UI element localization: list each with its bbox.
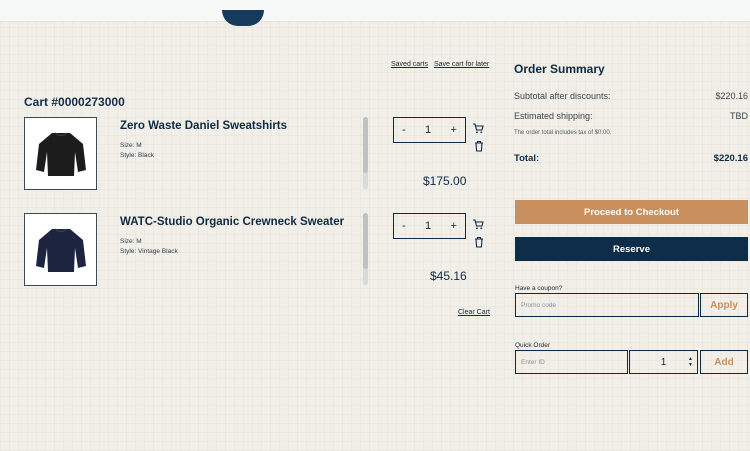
- proceed-to-checkout-button[interactable]: Proceed to Checkout: [515, 200, 748, 224]
- sweatshirt-image: [36, 130, 86, 178]
- save-cart-later-link[interactable]: Save cart for later: [434, 61, 489, 68]
- cart-icon[interactable]: [472, 218, 484, 230]
- item-style: Style: Vintage Black: [120, 248, 178, 255]
- logo[interactable]: [222, 10, 264, 26]
- subtotal-value: $220.16: [715, 91, 748, 101]
- item-style: Style: Black: [120, 152, 154, 159]
- item-scrollbar[interactable]: [363, 117, 368, 189]
- total-row: Total: $220.16: [514, 153, 748, 164]
- cart-icon[interactable]: [472, 122, 484, 134]
- qty-minus-button[interactable]: -: [402, 124, 406, 136]
- quick-order-id-input[interactable]: Enter ID: [515, 350, 628, 374]
- quick-order-qty-stepper[interactable]: 1 ▲ ▼: [629, 350, 698, 374]
- trash-icon[interactable]: [473, 236, 485, 248]
- shipping-value: TBD: [730, 111, 748, 121]
- stepper-arrows-icon[interactable]: ▲ ▼: [688, 356, 693, 368]
- sweater-image: [36, 226, 86, 274]
- cart-title: Cart #0000273000: [24, 95, 125, 109]
- product-image[interactable]: [24, 117, 97, 190]
- order-summary-title: Order Summary: [514, 62, 605, 76]
- quick-order-qty-value: 1: [660, 356, 667, 368]
- apply-coupon-button[interactable]: Apply: [700, 293, 748, 317]
- add-button[interactable]: Add: [700, 350, 748, 374]
- clear-cart-link[interactable]: Clear Cart: [458, 309, 490, 316]
- quick-order-label: Quick Order: [515, 342, 551, 349]
- item-price: $175.00: [423, 174, 467, 188]
- subtotal-label: Subtotal after discounts:: [514, 91, 611, 101]
- item-name[interactable]: Zero Waste Daniel Sweatshirts: [120, 120, 287, 132]
- shipping-row: Estimated shipping: TBD: [514, 111, 748, 121]
- qty-plus-button[interactable]: +: [451, 124, 457, 136]
- total-value: $220.16: [713, 153, 748, 164]
- subtotal-row: Subtotal after discounts: $220.16: [514, 91, 748, 101]
- qty-plus-button[interactable]: +: [451, 220, 457, 232]
- quantity-stepper[interactable]: - 1 +: [393, 117, 466, 143]
- trash-icon[interactable]: [473, 140, 485, 152]
- item-price: $45.16: [430, 269, 467, 283]
- total-label: Total:: [514, 153, 540, 164]
- saved-carts-link[interactable]: Saved carts: [391, 61, 428, 68]
- reserve-button[interactable]: Reserve: [515, 237, 748, 261]
- item-size: Size: M: [120, 238, 142, 245]
- top-bar: [0, 0, 750, 22]
- qty-value: 1: [425, 124, 432, 136]
- promo-code-input[interactable]: Promo code: [515, 293, 699, 317]
- item-size: Size: M: [120, 142, 142, 149]
- shipping-label: Estimated shipping:: [514, 111, 593, 121]
- qty-minus-button[interactable]: -: [402, 220, 406, 232]
- quantity-stepper[interactable]: - 1 +: [393, 213, 466, 239]
- product-image[interactable]: [24, 213, 97, 286]
- item-name[interactable]: WATC-Studio Organic Crewneck Sweater: [120, 216, 344, 228]
- item-scrollbar[interactable]: [363, 213, 368, 285]
- coupon-label: Have a coupon?: [515, 285, 563, 292]
- qty-value: 1: [425, 220, 432, 232]
- tax-note: The order total includes tax of $0.00.: [514, 130, 612, 136]
